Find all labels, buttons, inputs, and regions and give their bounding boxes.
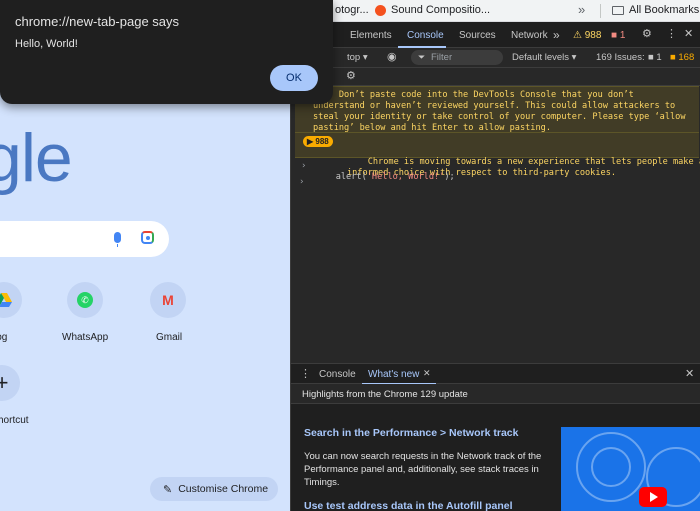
- shortcut-label: hortcut: [0, 415, 29, 426]
- google-logo: gle: [0, 120, 73, 196]
- console-prompt-icon[interactable]: ›: [299, 177, 304, 187]
- add-shortcut-tile[interactable]: +: [0, 365, 20, 401]
- shortcut-whatsapp-tile[interactable]: ✆: [67, 282, 103, 318]
- video-thumbnail[interactable]: [561, 427, 700, 511]
- shortcut-label: log: [0, 332, 8, 343]
- feature-heading-link[interactable]: Use test address data in the Autofill pa…: [304, 500, 513, 511]
- devtools-panel: Elements Console Sources Network » ⚠ 988…: [290, 22, 700, 511]
- tab-network[interactable]: Network: [511, 30, 548, 41]
- close-drawer-icon[interactable]: ✕: [685, 369, 694, 380]
- tab-elements[interactable]: Elements: [350, 30, 392, 41]
- pencil-icon: ✎: [163, 483, 173, 496]
- filter-icon: ⏷: [418, 52, 426, 62]
- customise-chrome-button[interactable]: ✎ Customise Chrome: [150, 477, 278, 501]
- microphone-stem: [117, 244, 118, 247]
- issues-errors-count: 1: [656, 52, 662, 63]
- command-prefix: alert(: [335, 172, 367, 182]
- shortcut-drive-tile[interactable]: [0, 282, 22, 318]
- whats-new-subtitle-bar: Highlights from the Chrome 129 update: [291, 384, 700, 404]
- context-selector[interactable]: top ▾: [347, 52, 368, 63]
- command-suffix: );: [444, 172, 455, 182]
- whats-new-content: Search in the Performance > Network trac…: [291, 404, 700, 511]
- console-command-line: › alert('Hello, World!');: [295, 161, 699, 182]
- drawer-tab-console[interactable]: Console: [319, 369, 356, 380]
- bookmark-item[interactable]: otogr...: [335, 4, 369, 16]
- error-counter[interactable]: ■ 1: [611, 30, 625, 41]
- lens-dot: [146, 236, 150, 240]
- shortcut-gmail-tile[interactable]: M: [150, 282, 186, 318]
- feature-heading-link[interactable]: Search in the Performance > Network trac…: [304, 427, 518, 439]
- command-string: 'Hello, World!': [366, 172, 445, 182]
- eye-icon[interactable]: ◉: [387, 52, 397, 63]
- more-bookmarks-chevron-icon[interactable]: »: [578, 2, 585, 17]
- bookmark-item[interactable]: Sound Compositio...: [375, 4, 490, 16]
- close-devtools-icon[interactable]: ✕: [684, 29, 693, 40]
- console-settings-gear-icon[interactable]: ⚙: [346, 71, 356, 82]
- shortcut-label: Gmail: [156, 332, 183, 343]
- ok-button[interactable]: OK: [270, 65, 318, 91]
- log-levels-dropdown[interactable]: Default levels ▾: [512, 52, 576, 63]
- alert-dialog: chrome://new-tab-page says Hello, World!…: [0, 0, 333, 104]
- issue-badge-count: 988: [315, 137, 329, 146]
- issues-warnings-count: 168: [678, 52, 695, 63]
- play-triangle: [650, 492, 658, 502]
- tab-console[interactable]: Console: [407, 30, 444, 41]
- devtools-tab-bar: Elements Console Sources Network » ⚠ 988…: [291, 22, 700, 48]
- context-label: top: [347, 52, 361, 63]
- google-drive-icon: [0, 293, 12, 307]
- drawer-tab-whats-new[interactable]: What's new: [368, 369, 419, 380]
- kebab-menu-icon[interactable]: ⋮: [666, 29, 677, 40]
- command-chevron-icon: ›: [301, 161, 307, 171]
- drawer-tab-bar: ⋮ Console What's new ✕ ✕: [291, 363, 700, 385]
- bookmark-label: Sound Compositio...: [391, 4, 491, 16]
- folder-icon: [612, 5, 624, 15]
- customise-label: Customise Chrome: [178, 483, 269, 495]
- issues-label[interactable]: 169 Issues:: [596, 52, 645, 63]
- error-count: 1: [619, 30, 626, 41]
- more-tabs-icon[interactable]: »: [553, 28, 560, 42]
- feature-description: You can now search requests in the Netwo…: [304, 451, 542, 488]
- bookmark-label: otogr...: [335, 4, 369, 16]
- warning-count: 988: [584, 30, 602, 41]
- search-box[interactable]: [0, 221, 169, 257]
- tab-sources[interactable]: Sources: [459, 30, 496, 41]
- issues-errors[interactable]: ■ 1: [648, 52, 662, 63]
- soundtrap-favicon-icon: [375, 4, 386, 16]
- issues-warnings[interactable]: ■ 168: [670, 52, 694, 63]
- plus-icon: +: [0, 370, 9, 395]
- shortcut-label: WhatsApp: [62, 332, 109, 343]
- levels-label: Default levels: [512, 52, 570, 63]
- warning-counter[interactable]: ⚠ 988: [573, 30, 601, 41]
- settings-gear-icon[interactable]: ⚙: [642, 29, 652, 40]
- issue-badge[interactable]: ▶ 988: [303, 136, 333, 147]
- microphone-icon[interactable]: [114, 232, 121, 243]
- filter-placeholder: Filter: [431, 52, 453, 63]
- close-tab-icon[interactable]: ✕: [423, 369, 431, 378]
- third-party-cookie-issue-message: ▶ 988 Chrome is moving towards a new exp…: [295, 133, 700, 178]
- drawer-menu-icon[interactable]: ⋮: [300, 369, 311, 380]
- bookmarks-divider: [600, 4, 601, 18]
- self-xss-warning-message: ing: Don’t paste code into the DevTools …: [295, 86, 699, 133]
- whats-new-subtitle: Highlights from the Chrome 129 update: [302, 389, 468, 400]
- all-bookmarks-label: All Bookmarks: [629, 4, 700, 16]
- console-toolbar-secondary: ⚙: [291, 68, 700, 86]
- all-bookmarks-button[interactable]: All Bookmarks: [612, 4, 699, 16]
- youtube-play-icon[interactable]: [639, 487, 667, 507]
- thumbnail-ring: [591, 447, 631, 487]
- console-toolbar: top ▾ ◉ Filter ⏷ Default levels ▾ 169 Is…: [291, 48, 700, 68]
- whatsapp-icon: ✆: [77, 292, 93, 308]
- gmail-icon: M: [162, 292, 174, 308]
- dialog-message: Hello, World!: [15, 38, 78, 50]
- dialog-title: chrome://new-tab-page says: [15, 14, 180, 29]
